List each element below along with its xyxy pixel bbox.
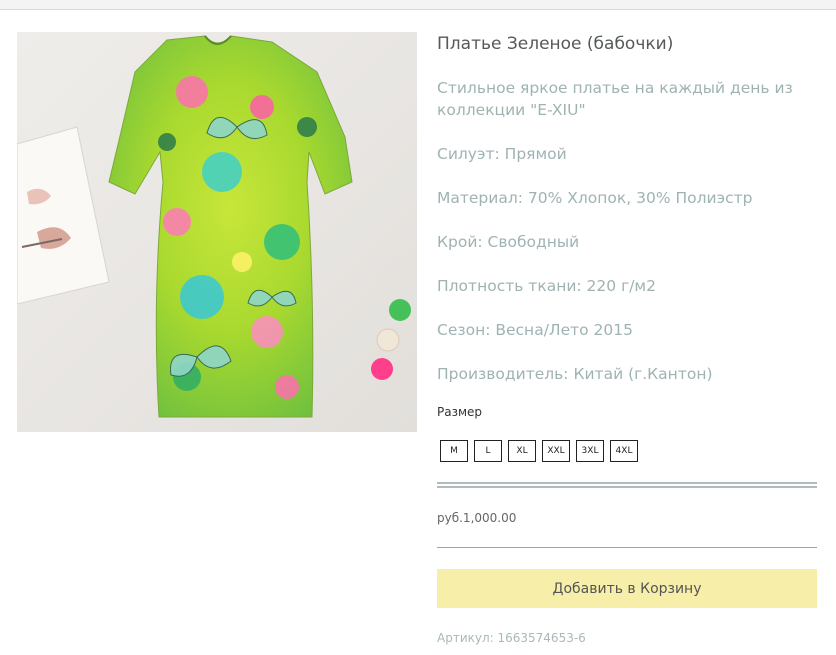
product-price: руб.1,000.00 [437,511,517,525]
size-option-4xl[interactable]: 4XL [610,440,638,462]
attr-season: Сезон: Весна/Лето 2015 [437,321,633,339]
product-title: Платье Зеленое (бабочки) [437,34,674,54]
attr-density: Плотность ткани: 220 г/м2 [437,277,656,295]
add-to-cart-button[interactable]: Добавить в Корзину [437,569,817,608]
size-option-label: XL [516,446,528,456]
top-strip [0,0,836,10]
product-description: Стильное яркое платье на каждый день из … [437,79,793,119]
dress-illustration [17,32,417,432]
divider [437,547,817,548]
size-selector: M L XL XXL 3XL 4XL [440,440,638,462]
size-option-3xl[interactable]: 3XL [576,440,604,462]
size-option-xxl[interactable]: XXL [542,440,570,462]
product-image[interactable] [17,32,417,432]
size-label: Размер [437,405,483,419]
size-option-m[interactable]: M [440,440,468,462]
size-option-label: 4XL [615,446,633,456]
size-option-label: XXL [547,446,565,456]
size-option-xl[interactable]: XL [508,440,536,462]
attr-manufacturer: Производитель: Китай (г.Кантон) [437,365,713,383]
size-option-l[interactable]: L [474,440,502,462]
size-option-label: 3XL [581,446,599,456]
attr-material: Материал: 70% Хлопок, 30% Полиэстр [437,189,753,207]
size-option-label: L [485,446,491,456]
size-option-label: M [450,446,458,456]
product-sku: Артикул: 1663574653-6 [437,631,586,645]
attr-cut: Крой: Свободный [437,233,580,251]
attr-silhouette: Силуэт: Прямой [437,145,567,163]
divider-double [437,482,817,488]
